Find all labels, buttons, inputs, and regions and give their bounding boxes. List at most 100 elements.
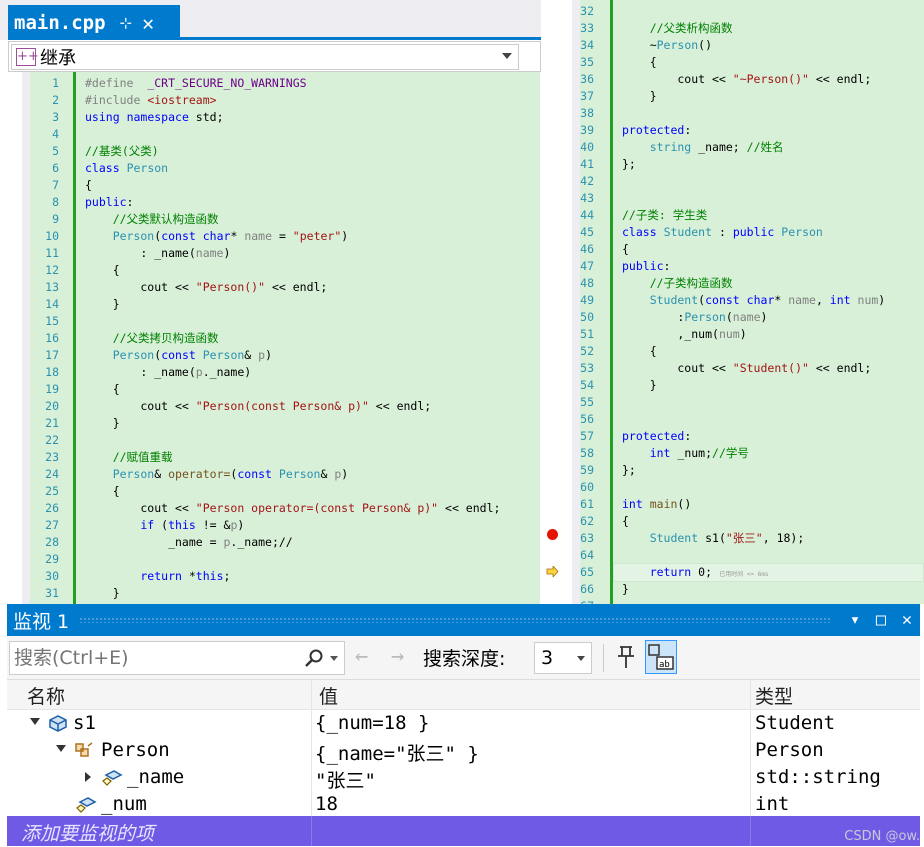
code-line[interactable]: { <box>622 513 629 530</box>
code-line[interactable]: //子类: 学生类 <box>622 207 707 224</box>
column-value[interactable]: 值 <box>319 682 338 709</box>
code-line[interactable]: { <box>622 241 629 258</box>
watch-value[interactable]: "张三" <box>315 766 376 793</box>
scope-dropdown[interactable]: ++ 继承 <box>11 44 519 70</box>
code-line[interactable]: //父类默认构造函数 <box>85 211 219 228</box>
watch-row[interactable]: s1 {_num=18 } Student <box>7 710 897 737</box>
title-grip[interactable] <box>79 617 832 623</box>
code-line[interactable]: return *this; <box>85 568 230 585</box>
collapse-icon[interactable] <box>30 718 40 725</box>
code-line[interactable]: { <box>85 381 120 398</box>
code-line[interactable]: Student s1("张三", 18); <box>622 530 805 547</box>
search-options-chevron-icon[interactable] <box>330 656 338 661</box>
code-line[interactable]: using namespace std; <box>85 109 224 126</box>
code-line[interactable]: Person(const Person& p) <box>85 347 272 364</box>
code-line[interactable]: //基类(父类) <box>85 143 159 160</box>
line-number: 17 <box>45 348 59 362</box>
maximize-icon[interactable]: □ <box>868 610 894 630</box>
watch-value[interactable]: {_num=18 } <box>315 712 429 734</box>
code-line[interactable]: } <box>85 415 120 432</box>
code-line[interactable]: : _name(p._name) <box>85 364 251 381</box>
window-menu-icon[interactable]: ▾ <box>842 610 868 630</box>
code-line[interactable]: return 0; 已用时间 <= 6ms <box>622 564 769 583</box>
close-icon[interactable]: ✕ <box>894 610 920 630</box>
code-line[interactable]: if (this != &p) <box>85 517 244 534</box>
add-watch-row[interactable]: 添加要监视的项 <box>7 816 920 846</box>
collapse-icon[interactable] <box>56 745 66 752</box>
code-line[interactable]: } <box>622 377 657 394</box>
pin-icon[interactable]: ⊹ <box>120 14 133 32</box>
code-line[interactable]: #include <iostream> <box>85 92 217 109</box>
line-number: 35 <box>580 55 594 69</box>
tab-main-cpp[interactable]: main.cpp ⊹ ✕ <box>8 5 180 40</box>
arrow-left-icon[interactable]: ← <box>355 644 368 669</box>
code-line[interactable]: }; <box>622 156 636 173</box>
code-line[interactable]: ~Person() <box>622 37 712 54</box>
column-divider <box>311 816 312 846</box>
line-number: 30 <box>45 569 59 583</box>
code-line[interactable]: { <box>85 483 120 500</box>
code-line[interactable]: cout << "Person(const Person& p)" << end… <box>85 398 431 415</box>
search-depth-dropdown[interactable]: 3 <box>534 642 592 674</box>
expand-icon[interactable] <box>85 772 91 782</box>
code-line[interactable]: //子类构造函数 <box>622 275 733 292</box>
code-line[interactable]: cout << "~Person()" << endl; <box>622 71 871 88</box>
code-line[interactable]: { <box>622 343 657 360</box>
watch-value[interactable]: 18 <box>315 793 338 815</box>
code-line[interactable]: Student(const char* name, int num) <box>622 292 886 309</box>
code-line[interactable]: cout << "Person operator=(const Person& … <box>85 500 500 517</box>
code-line[interactable]: protected: <box>622 428 691 445</box>
code-line[interactable]: { <box>85 177 92 194</box>
code-line[interactable]: int _num;//学号 <box>622 445 749 462</box>
line-number: 9 <box>52 212 59 226</box>
hex-display-button[interactable]: ab <box>645 640 677 674</box>
code-line[interactable]: Person& operator=(const Person& p) <box>85 466 349 483</box>
code-line[interactable]: //赋值重载 <box>85 449 173 466</box>
code-line[interactable]: : _name(name) <box>85 245 230 262</box>
column-type[interactable]: 类型 <box>755 682 793 709</box>
pin-icon[interactable] <box>613 642 639 672</box>
code-line[interactable]: ,_num(num) <box>622 326 746 343</box>
code-line[interactable]: { <box>85 262 120 279</box>
code-line[interactable]: :Person(name) <box>622 309 767 326</box>
code-editor-right[interactable]: 32 33 //父类析构函数 34 ~Person() 35 {36 cout << … <box>572 0 924 604</box>
breakpoint-icon[interactable] <box>547 529 558 540</box>
code-line[interactable]: class Person <box>85 160 168 177</box>
code-line[interactable]: } <box>622 581 629 598</box>
code-line[interactable]: Person(const char* name = "peter") <box>85 228 349 245</box>
code-line[interactable]: } <box>622 88 657 105</box>
code-line[interactable]: public: <box>85 194 133 211</box>
code-line[interactable]: public: <box>622 258 670 275</box>
code-line[interactable]: _name = p._name;// <box>85 534 293 551</box>
line-number: 59 <box>580 463 594 477</box>
watch-row[interactable]: _num 18 int <box>7 791 897 818</box>
code-line[interactable]: cout << "Student()" << endl; <box>622 360 871 377</box>
code-line[interactable]: //父类拷贝构造函数 <box>85 330 219 347</box>
search-box[interactable] <box>9 641 345 675</box>
code-line[interactable]: int main() <box>622 496 691 513</box>
watch-row[interactable]: _name "张三" std::string <box>7 764 897 793</box>
close-icon[interactable]: ✕ <box>142 11 154 35</box>
code-line[interactable]: class Student : public Person <box>622 224 823 241</box>
base-class-icon <box>75 742 93 757</box>
arrow-right-icon[interactable]: → <box>391 644 404 669</box>
search-input[interactable] <box>14 645 294 671</box>
watch-type: std::string <box>755 766 881 788</box>
column-name[interactable]: 名称 <box>27 682 65 709</box>
watch-column-header: 名称 值 类型 <box>7 680 920 710</box>
line-number: 24 <box>45 467 59 481</box>
code-line[interactable]: }; <box>622 462 636 479</box>
code-editor-left[interactable]: 1 #define _CRT_SECURE_NO_WARNINGS 2 #includ… <box>22 72 540 604</box>
watch-row[interactable]: Person {_name="张三" } Person <box>7 737 897 766</box>
code-line[interactable]: //父类析构函数 <box>622 20 733 37</box>
code-line[interactable]: { <box>622 54 657 71</box>
watch-value[interactable]: {_name="张三" } <box>315 739 479 766</box>
search-icon[interactable] <box>304 648 324 668</box>
code-line[interactable]: cout << "Person()" << endl; <box>85 279 327 296</box>
code-line[interactable]: string _name; //姓名 <box>622 139 784 156</box>
add-watch-placeholder[interactable]: 添加要监视的项 <box>21 819 154 846</box>
code-line[interactable]: } <box>85 585 120 602</box>
code-line[interactable]: } <box>85 296 120 313</box>
code-line[interactable]: protected: <box>622 122 691 139</box>
code-line[interactable]: #define _CRT_SECURE_NO_WARNINGS <box>85 75 307 92</box>
